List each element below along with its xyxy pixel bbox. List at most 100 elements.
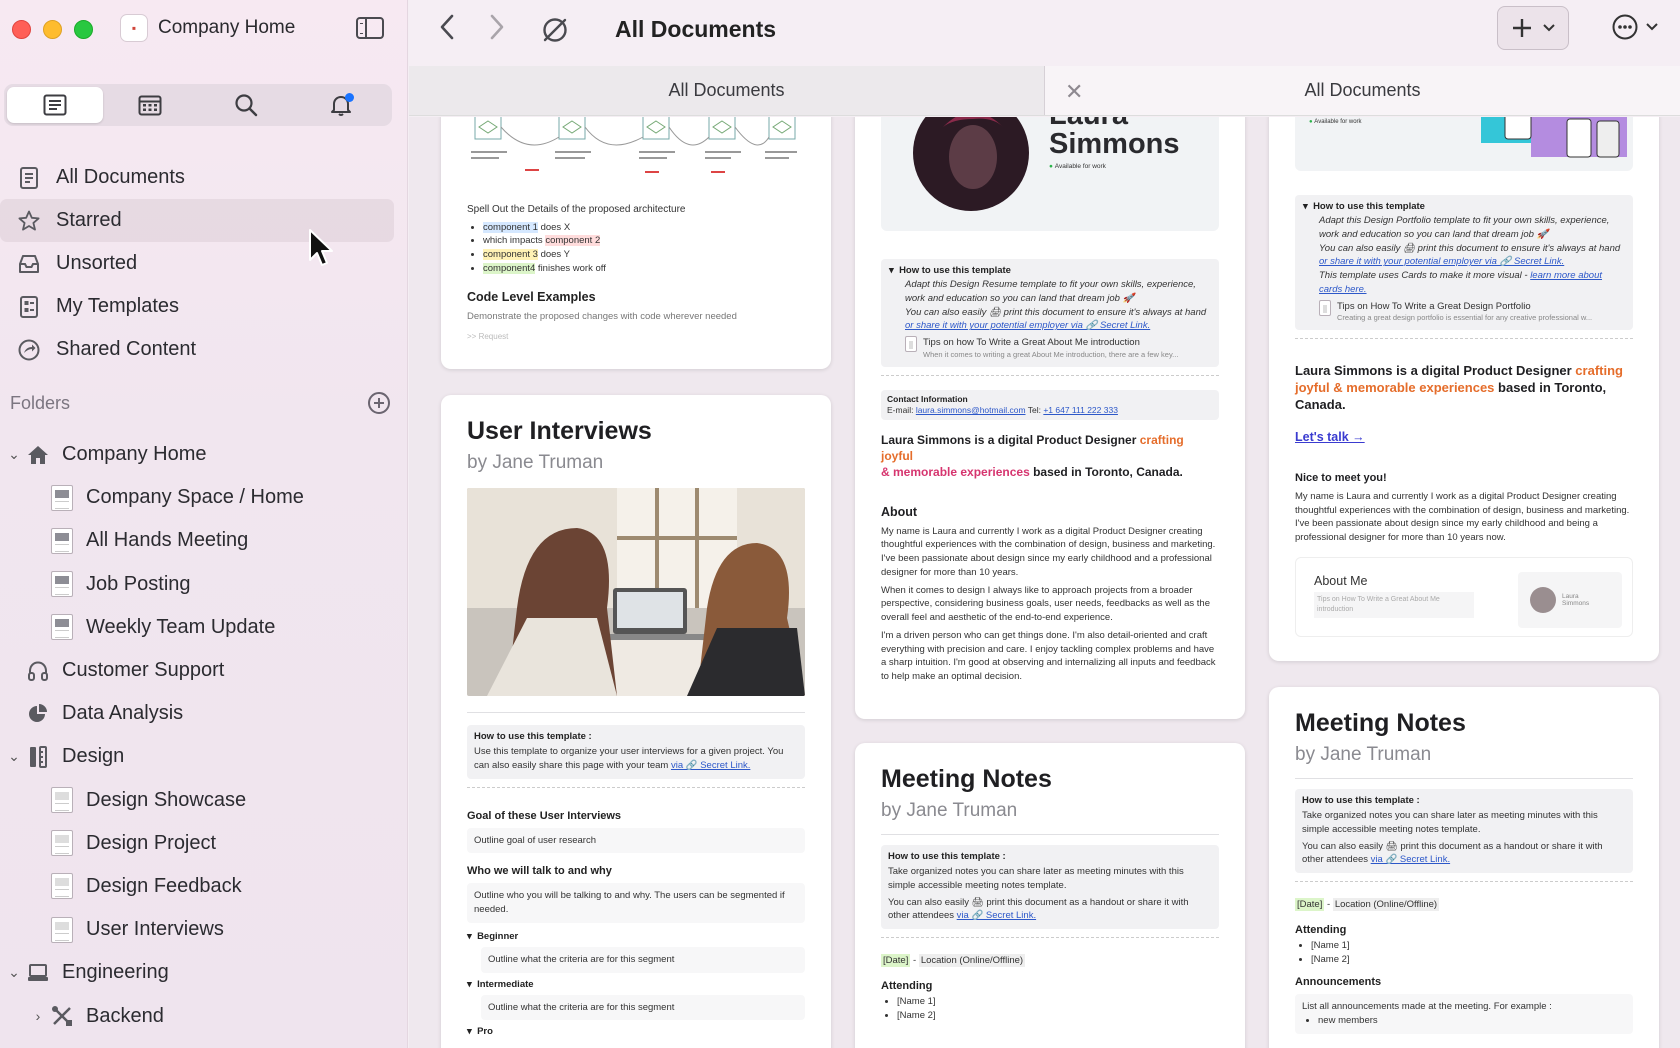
document-label: Job Posting: [86, 572, 191, 595]
notifications-mode-button[interactable]: [294, 87, 390, 123]
folder-engineering[interactable]: ⌄ Engineering: [0, 951, 400, 994]
document-card-design-portfolio[interactable]: ● Available for work ▾ How to use this t…: [1269, 117, 1659, 661]
about-me-card[interactable]: About Me Tips on How To Write a Great Ab…: [1295, 556, 1633, 637]
doc-design-feedback[interactable]: Design Feedback: [0, 865, 400, 908]
calendar-icon: [138, 95, 162, 116]
chevron-right-icon[interactable]: ›: [26, 1008, 50, 1024]
attendee-list: [Name 1] [Name 2]: [1295, 939, 1633, 967]
sidebar: ▪ Company Home All Documents Starred Uns…: [0, 0, 408, 1048]
tips-link-card[interactable]: Tips on How To Write a Great Design Port…: [1319, 299, 1625, 325]
resume-name: Laura Simmons: [1049, 117, 1180, 159]
sidebar-item-all-documents[interactable]: All Documents: [0, 156, 394, 199]
how-to-text: Take organized notes you can share later…: [1302, 810, 1598, 835]
how-to-text: This template uses Cards to make it more…: [1319, 270, 1531, 282]
document-card-meeting-notes-2[interactable]: Meeting Notes by Jane Truman How to use …: [1269, 687, 1659, 1048]
folder-backend[interactable]: › Backend: [0, 994, 400, 1037]
document-card-user-interviews[interactable]: User Interviews by Jane Truman How to us…: [441, 395, 831, 1048]
location-tag[interactable]: Location (Online/Offline): [1332, 898, 1440, 912]
back-button[interactable]: [439, 14, 455, 48]
folder-customer-support[interactable]: Customer Support: [0, 649, 400, 692]
document-thumbnail-icon: [51, 614, 73, 641]
component-tag: component 3: [483, 249, 538, 261]
zoom-window-button[interactable]: [74, 20, 93, 39]
tel-link[interactable]: +1 647 111 222 333: [1043, 405, 1118, 415]
doc-company-space-home[interactable]: Company Space / Home: [0, 476, 400, 519]
list-item: [Name 1]: [1311, 939, 1633, 953]
segment-pro[interactable]: ▾ Pro: [467, 1026, 805, 1037]
date-tag[interactable]: [Date]: [881, 954, 911, 968]
headline-accent: & memorable experiences: [881, 465, 1030, 480]
lets-talk-link[interactable]: Let's talk →: [1295, 430, 1633, 444]
email-link[interactable]: laura.simmons@hotmail.com: [916, 405, 1026, 415]
minimize-window-button[interactable]: [43, 20, 62, 39]
code-examples-desc: Demonstrate the proposed changes with co…: [467, 310, 737, 322]
documents-mode-button[interactable]: [7, 87, 103, 123]
chevron-down-icon[interactable]: ⌄: [2, 748, 26, 765]
forward-button[interactable]: [489, 14, 505, 48]
interview-photo: [467, 488, 805, 696]
workspace-title[interactable]: Company Home: [158, 17, 295, 39]
date-tag[interactable]: [Date]: [1295, 898, 1325, 912]
sidebar-toggle-icon[interactable]: [356, 17, 384, 39]
tips-link-card[interactable]: Tips on how To Write a Great About Me in…: [905, 336, 1211, 361]
segment-intermediate[interactable]: ▾ Intermediate: [467, 979, 805, 990]
secret-link[interactable]: via 🔗 Secret Link.: [1371, 854, 1450, 865]
announcements-heading: Announcements: [1295, 976, 1382, 989]
search-mode-button[interactable]: [198, 87, 294, 123]
chevron-down-icon[interactable]: ⌄: [2, 446, 26, 463]
folder-design[interactable]: ⌄ Design: [0, 735, 400, 778]
how-to-title[interactable]: ▾ How to use this template: [889, 265, 1211, 276]
tab-all-documents-1[interactable]: All Documents: [409, 66, 1045, 115]
document-label: User Interviews: [86, 918, 224, 941]
notification-badge: [345, 93, 355, 102]
folder-company-home[interactable]: ⌄ Company Home: [0, 433, 400, 476]
segment-beginner[interactable]: ▾ Beginner: [467, 931, 805, 942]
calendar-mode-button[interactable]: [103, 87, 199, 123]
document-label: Design Showcase: [86, 788, 247, 811]
doc-all-hands-meeting[interactable]: All Hands Meeting: [0, 519, 400, 562]
toolbar: All Documents: [409, 0, 1680, 66]
sidebar-item-shared-content[interactable]: Shared Content: [0, 328, 394, 371]
add-button[interactable]: [1497, 6, 1569, 50]
availability-text: Available for work: [1054, 163, 1106, 170]
close-tab-icon[interactable]: ✕: [1065, 79, 1083, 105]
secret-link[interactable]: via 🔗 Secret Link.: [671, 760, 750, 771]
doc-design-project[interactable]: Design Project: [0, 822, 400, 865]
doc-weekly-team-update[interactable]: Weekly Team Update: [0, 606, 400, 649]
document-card-meeting-notes-1[interactable]: Meeting Notes by Jane Truman How to use …: [855, 743, 1245, 1048]
about-paragraph: I'm a driven person who can get things d…: [881, 629, 1216, 683]
availability-status: ● Available for work: [1309, 119, 1362, 125]
secret-link[interactable]: or share it with your potential employer…: [1303, 255, 1625, 269]
secret-link[interactable]: via 🔗 Secret Link.: [957, 910, 1036, 921]
list-item: component 1 does X: [483, 221, 805, 235]
sidebar-nav: All Documents Starred Unsorted My Templa…: [0, 156, 400, 371]
more-options-button[interactable]: [1612, 14, 1658, 40]
star-icon: [18, 210, 40, 232]
location-tag[interactable]: Location (Online/Offline): [918, 954, 1026, 968]
workspace-icon[interactable]: ▪: [120, 14, 148, 42]
document-card-architecture[interactable]: Spell Out the Details of the proposed ar…: [441, 117, 831, 369]
segment-label: Beginner: [477, 930, 519, 942]
card-title: User Interviews: [467, 417, 652, 445]
document-card-design-resume[interactable]: Laura Simmons ● Available for work ▾ How…: [855, 117, 1245, 719]
folder-data-analysis[interactable]: Data Analysis: [0, 692, 400, 735]
chevron-down-icon: [1543, 24, 1555, 32]
close-window-button[interactable]: [12, 20, 31, 39]
document-label: All Hands Meeting: [86, 529, 249, 552]
how-to-title[interactable]: ▾ How to use this template: [1303, 201, 1625, 212]
list-text: finishes work off: [535, 262, 606, 274]
doc-job-posting[interactable]: Job Posting: [0, 563, 400, 606]
component-tag: component 1: [483, 221, 538, 233]
sidebar-item-label: All Documents: [56, 166, 185, 188]
folder-label: Backend: [86, 1004, 164, 1027]
doc-design-showcase[interactable]: Design Showcase: [0, 779, 400, 822]
sync-button[interactable]: [541, 16, 569, 49]
doc-user-interviews[interactable]: User Interviews: [0, 908, 400, 951]
documents-grid: Spell Out the Details of the proposed ar…: [409, 117, 1680, 1048]
sidebar-item-my-templates[interactable]: My Templates: [0, 285, 394, 328]
tab-all-documents-2[interactable]: ✕ All Documents: [1045, 66, 1680, 115]
add-folder-icon[interactable]: [368, 392, 390, 414]
list-text: does X: [537, 221, 571, 233]
chevron-down-icon[interactable]: ⌄: [2, 964, 26, 981]
secret-link[interactable]: or share it with your potential employer…: [889, 319, 1211, 333]
